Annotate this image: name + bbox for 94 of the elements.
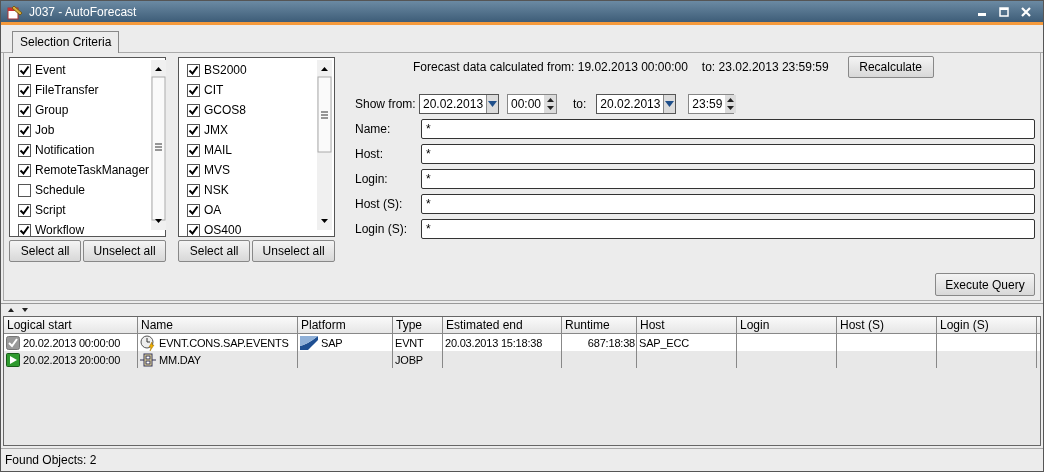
field-label: Name: (355, 122, 392, 136)
input-field[interactable]: * (421, 119, 1035, 139)
checkbox[interactable] (18, 143, 31, 157)
checkbox-label: Group (35, 103, 69, 117)
calendar-icon (7, 3, 23, 20)
field-label: to: (573, 97, 587, 111)
input-field[interactable]: * (421, 169, 1035, 189)
checkbox[interactable] (18, 103, 31, 117)
close-icon[interactable] (1021, 6, 1031, 17)
checkbox-label: NSK (204, 183, 229, 197)
table-cell: SAP (321, 336, 343, 349)
checkbox-label: OA (204, 203, 222, 217)
checkbox-label: GCOS8 (204, 103, 246, 117)
checkbox-label: Schedule (35, 183, 86, 197)
checkbox-label: FileTransfer (35, 83, 99, 97)
checkbox-label: MAIL (204, 143, 232, 157)
checkbox-label: MVS (204, 163, 230, 177)
column-header[interactable]: Runtime (562, 317, 637, 333)
checkbox[interactable] (187, 103, 200, 117)
table-cell: 20.02.2013 00:00:00 (23, 336, 121, 349)
dropdown-arrow-icon[interactable] (665, 101, 675, 107)
table-cell: 687:18:38 (587, 336, 635, 349)
column-header[interactable]: Platform (298, 317, 393, 333)
table-cell: MM.DAY (159, 353, 201, 366)
checkbox[interactable] (187, 183, 200, 197)
checkbox-label: Script (35, 203, 66, 217)
checkbox-label: CIT (204, 83, 224, 97)
column-header[interactable]: Host (637, 317, 737, 333)
field-label: Show from: (355, 97, 417, 111)
checkbox[interactable] (187, 203, 200, 217)
table-cell: SAP_ECC (639, 336, 689, 349)
maximize-icon[interactable] (999, 6, 1009, 17)
checkbox-label: BS2000 (204, 63, 247, 77)
spinner-arrows-icon[interactable] (544, 96, 556, 112)
checkbox-label: OS400 (204, 223, 242, 237)
checkbox-label: Job (35, 123, 55, 137)
checkbox[interactable] (18, 63, 31, 77)
recalculate-button[interactable]: Recalculate (847, 56, 934, 78)
column-header[interactable]: Estimated end (443, 317, 562, 333)
execute-query-button[interactable]: Execute Query (935, 273, 1035, 296)
list-button[interactable]: Select all (178, 240, 251, 262)
spinner-arrows-icon[interactable] (725, 96, 737, 112)
checkbox[interactable] (18, 183, 31, 197)
checkbox-label: Event (35, 63, 66, 77)
list-button[interactable]: Select all (9, 240, 82, 262)
checkbox-label: Workflow (35, 223, 85, 237)
checkbox[interactable] (187, 143, 200, 157)
column-header[interactable]: Logical start (4, 317, 138, 333)
time-spinner[interactable]: 23:59 (688, 94, 735, 114)
tab[interactable]: Selection Criteria (12, 31, 120, 53)
checkbox[interactable] (187, 123, 200, 137)
checkbox[interactable] (187, 83, 200, 97)
workflow-icon (140, 351, 156, 368)
checkbox-label: RemoteTaskManager (35, 163, 150, 177)
table-cell: JOBP (395, 353, 423, 366)
input-field[interactable]: * (421, 219, 1035, 239)
checkbox-label: JMX (204, 123, 228, 137)
date-picker[interactable]: 20.02.2013 (419, 94, 499, 114)
time-spinner[interactable]: 00:00 (507, 94, 557, 114)
field-label: Host (S): (355, 197, 404, 211)
checkbox[interactable] (187, 63, 200, 77)
column-header[interactable]: Host (S) (837, 317, 937, 333)
column-header[interactable]: Login (737, 317, 837, 333)
list-button[interactable]: Unselect all (252, 240, 335, 262)
column-header[interactable]: Login (S) (937, 317, 1037, 333)
checkbox[interactable] (18, 223, 31, 237)
status-text: Found Objects: 2 (5, 453, 97, 467)
field-label: Login (S): (355, 222, 409, 236)
checkbox[interactable] (187, 163, 200, 177)
play-icon (6, 352, 20, 367)
checkbox[interactable] (18, 203, 31, 217)
checkbox[interactable] (18, 163, 31, 177)
column-header[interactable]: Name (138, 317, 298, 333)
table-cell: EVNT.CONS.SAP.EVENTS (159, 336, 289, 349)
checkbox[interactable] (18, 83, 31, 97)
window-title: J037 - AutoForecast (29, 4, 138, 19)
checkbox[interactable] (18, 123, 31, 137)
dropdown-arrow-icon[interactable] (488, 101, 498, 107)
input-field[interactable]: * (421, 144, 1035, 164)
field-label: Login: (355, 172, 389, 186)
input-field[interactable]: * (421, 194, 1035, 214)
forecast-range-text: Forecast data calculated from: 19.02.2013 00:00:00 (413, 60, 688, 74)
platform-logo-icon (300, 335, 318, 350)
table-cell: EVNT (395, 336, 424, 349)
forecast-range-text: to: 23.02.2013 23:59:59 (701, 60, 829, 74)
table-cell: 20.03.2013 15:18:38 (445, 336, 543, 349)
collapse-arrows-icon[interactable] (5, 307, 31, 313)
checkbox[interactable] (187, 223, 200, 237)
column-header[interactable]: Type (393, 317, 443, 333)
table-cell: 20.02.2013 20:00:00 (23, 353, 121, 366)
list-button[interactable]: Unselect all (83, 240, 166, 262)
checkbox-label: Notification (35, 143, 95, 157)
date-picker[interactable]: 20.02.2013 (596, 94, 677, 114)
field-label: Host: (355, 147, 384, 161)
